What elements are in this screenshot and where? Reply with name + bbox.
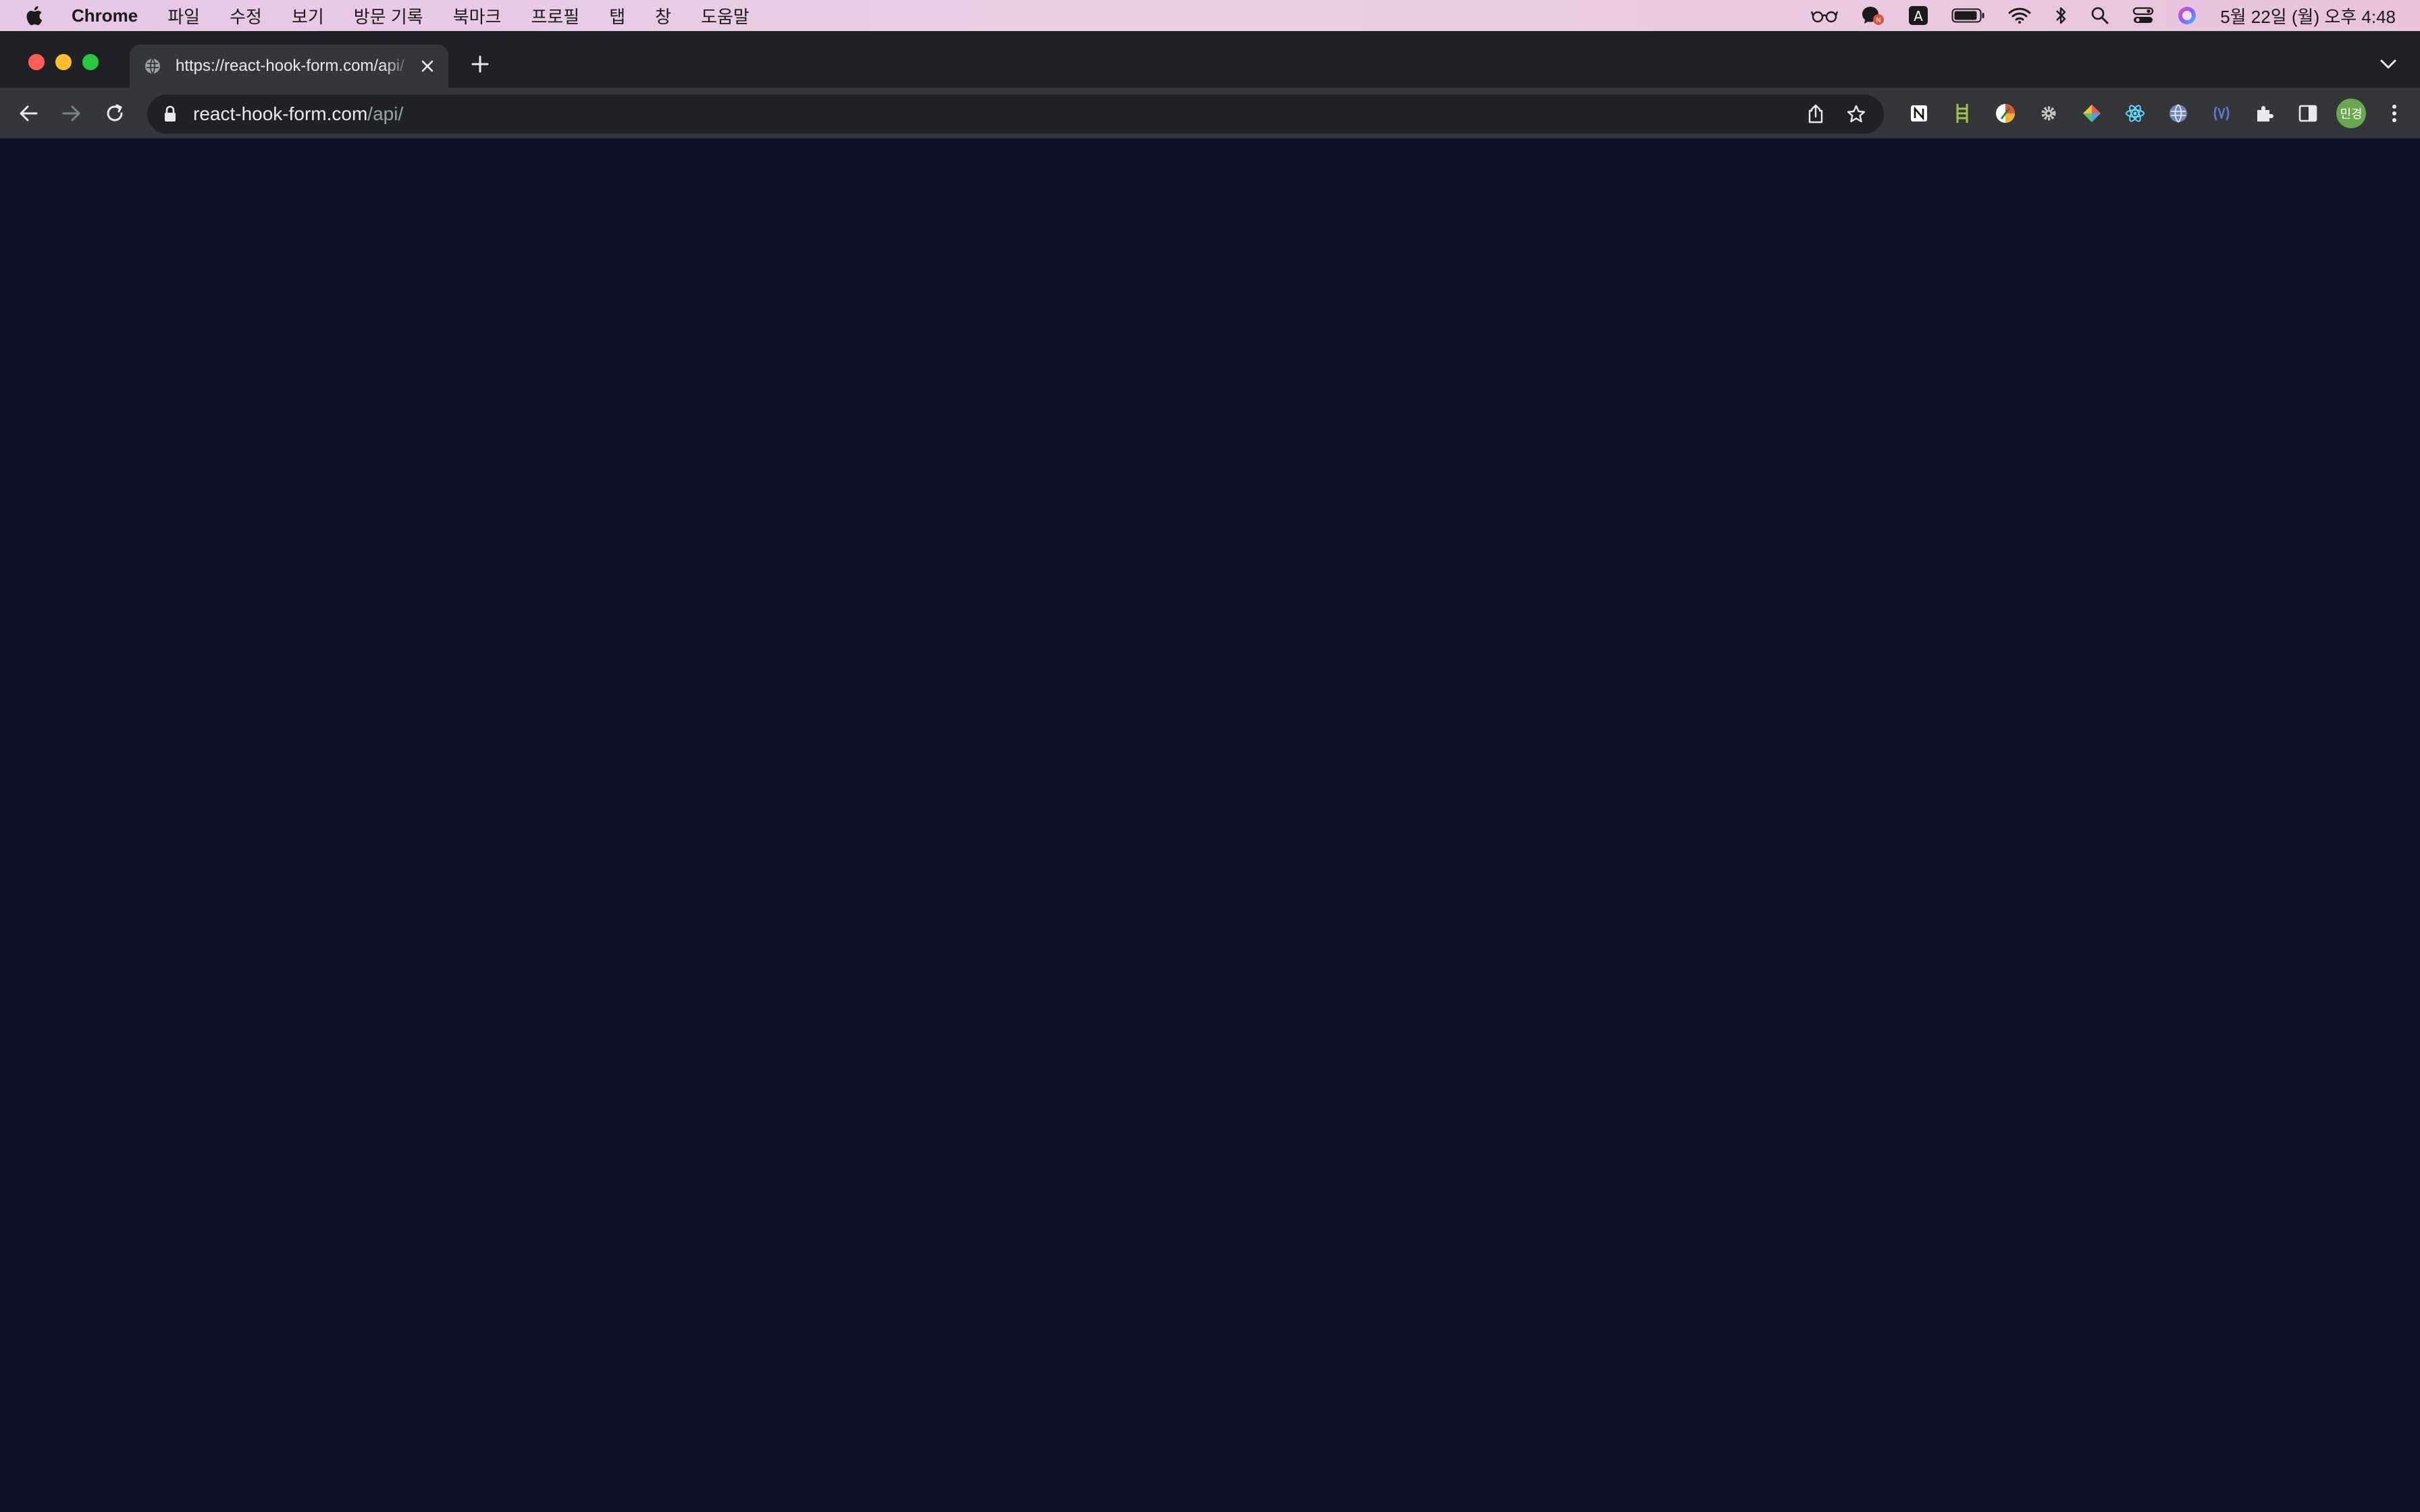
input-source-icon[interactable]: A (1908, 0, 1928, 31)
notion-extension-icon[interactable] (1897, 88, 1941, 139)
gear-extension-icon[interactable] (2027, 88, 2070, 139)
menu-tab[interactable]: 탭 (609, 3, 625, 28)
menu-bar-clock[interactable]: 5월 22일 (월) 오후 4:48 (2220, 3, 2396, 28)
menu-bookmarks[interactable]: 북마크 (453, 3, 502, 28)
color-palette-extension-icon[interactable] (2070, 88, 2113, 139)
side-panel-icon[interactable] (2286, 88, 2330, 139)
react-devtools-extension-icon[interactable] (2113, 88, 2157, 139)
window-minimize-button[interactable] (55, 54, 72, 70)
glasses-icon[interactable] (1811, 0, 1839, 31)
share-icon[interactable] (1807, 104, 1824, 124)
new-tab-icon[interactable] (470, 54, 490, 74)
address-bar[interactable]: react-hook-form.com/api/ (147, 94, 1884, 134)
svg-text:N: N (1876, 17, 1880, 24)
menu-help[interactable]: 도움말 (701, 3, 749, 28)
lock-icon[interactable] (163, 105, 177, 123)
siri-icon[interactable] (2177, 0, 2197, 31)
profile-avatar-button[interactable]: 민경 (2330, 88, 2373, 139)
menu-history[interactable]: 방문 기록 (354, 3, 423, 28)
svg-text:A: A (1914, 8, 1923, 24)
api-extension-icon[interactable] (2200, 88, 2243, 139)
more-vertical-icon[interactable] (2373, 88, 2416, 139)
ruler-extension-icon[interactable] (1941, 88, 1984, 139)
apple-menu-icon[interactable] (26, 5, 45, 26)
window-zoom-button[interactable] (82, 54, 99, 70)
globe-extension-icon[interactable] (2157, 88, 2200, 139)
battery-icon[interactable] (1951, 0, 1985, 31)
menu-file[interactable]: 파일 (167, 3, 200, 28)
menu-app-name[interactable]: Chrome (72, 5, 138, 26)
window-close-button[interactable] (28, 54, 45, 70)
menu-view[interactable]: 보기 (292, 3, 324, 28)
extensions-puzzle-icon[interactable] (2243, 88, 2286, 139)
spotlight-icon[interactable] (2090, 0, 2109, 31)
bookmark-star-icon[interactable] (1846, 104, 1866, 124)
tab-close-icon[interactable] (420, 59, 435, 74)
menu-window[interactable]: 창 (655, 3, 671, 28)
forward-arrow-icon[interactable] (61, 103, 82, 124)
browser-toolbar: react-hook-form.com/api/ 민경 (0, 88, 2420, 139)
browser-tab-active[interactable]: https://react-hook-form.com/api/ (130, 45, 448, 88)
messenger-icon[interactable]: N (1861, 0, 1885, 31)
tab-search-chevron-down-icon[interactable] (2379, 58, 2397, 70)
macos-menu-bar: Chrome 파일 수정 보기 방문 기록 북마크 프로필 탭 창 도움말 N … (0, 0, 2420, 31)
url-host: react-hook-form.com (193, 103, 368, 124)
globe-icon (143, 57, 162, 76)
wifi-icon[interactable] (2008, 0, 2031, 31)
url-path: /api/ (367, 103, 404, 124)
back-arrow-icon[interactable] (18, 103, 39, 124)
menu-edit[interactable]: 수정 (230, 3, 262, 28)
color-picker-extension-icon[interactable] (1984, 88, 2027, 139)
reload-icon[interactable] (104, 103, 126, 124)
page-viewport[interactable] (0, 139, 2420, 1512)
extensions-area: 민경 (1897, 88, 2416, 139)
avatar: 민경 (2336, 99, 2366, 128)
menu-profiles[interactable]: 프로필 (531, 3, 579, 28)
address-bar-actions (1785, 94, 1866, 134)
bluetooth-icon[interactable] (2054, 0, 2068, 31)
address-url[interactable]: react-hook-form.com/api/ (193, 103, 403, 125)
tab-title: https://react-hook-form.com/api/ (176, 57, 404, 75)
control-center-icon[interactable] (2132, 0, 2154, 31)
